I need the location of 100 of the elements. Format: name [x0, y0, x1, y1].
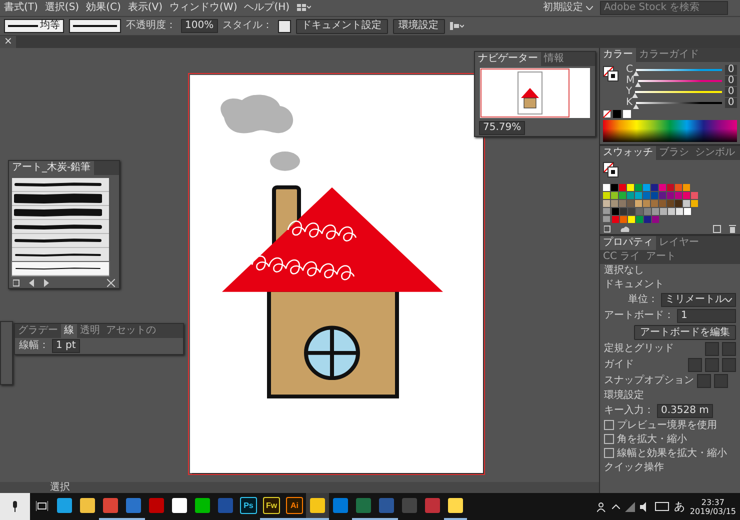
fill-stroke-icon[interactable] [603, 66, 619, 82]
color-swatch[interactable] [659, 184, 666, 191]
color-swatch[interactable] [611, 192, 618, 199]
menu-item[interactable]: ウィンドウ(W) [170, 2, 238, 14]
color-swatch[interactable] [652, 216, 659, 223]
panel-tab[interactable]: アート_木炭-鉛筆 [9, 161, 94, 175]
color-swatch[interactable] [651, 184, 658, 191]
color-swatch[interactable] [619, 192, 626, 199]
network-icon[interactable] [624, 502, 635, 512]
color-swatch[interactable] [667, 200, 674, 207]
trash-icon[interactable] [729, 225, 736, 233]
color-swatch[interactable] [612, 216, 619, 223]
color-swatch[interactable] [603, 200, 610, 207]
color-swatch[interactable] [620, 208, 627, 215]
color-swatch[interactable] [643, 200, 650, 207]
color-swatch[interactable] [644, 208, 651, 215]
brush-row[interactable] [12, 262, 109, 276]
grid-icon[interactable] [722, 342, 736, 356]
color-swatch[interactable] [667, 192, 674, 199]
layout-icon[interactable] [296, 4, 311, 12]
keyboard-icon[interactable] [654, 502, 669, 511]
color-swatch[interactable] [659, 192, 666, 199]
checkbox[interactable] [604, 448, 614, 458]
channel-value[interactable]: 0 [725, 86, 737, 96]
guide-icon[interactable] [705, 358, 719, 372]
quick-swatches-icon[interactable] [603, 110, 633, 118]
menu-item[interactable]: ヘルプ(H) [244, 2, 290, 14]
color-spectrum[interactable] [603, 120, 737, 142]
color-swatch[interactable] [611, 184, 618, 191]
color-swatch[interactable] [691, 200, 698, 207]
edit-artboard-button[interactable]: アートボードを編集 [634, 325, 736, 340]
color-swatch[interactable] [635, 184, 642, 191]
next-icon[interactable] [43, 279, 49, 287]
fill-stroke-icon[interactable] [603, 162, 619, 178]
panel-tab[interactable]: スウォッチ [600, 146, 656, 160]
clock[interactable]: 23:37 2019/03/15 [690, 498, 736, 516]
ime-indicator[interactable]: あ [674, 500, 685, 512]
color-swatch[interactable] [644, 216, 651, 223]
color-swatch[interactable] [675, 200, 682, 207]
color-swatch[interactable] [651, 200, 658, 207]
checkbox[interactable] [604, 420, 614, 430]
panel-tab[interactable]: プロパティ [600, 236, 656, 250]
close-tab-button[interactable]: × [0, 36, 16, 48]
color-swatch[interactable] [660, 208, 667, 215]
color-swatch[interactable] [683, 200, 690, 207]
brush-row[interactable] [12, 192, 109, 206]
taskbar-button[interactable] [306, 493, 329, 520]
panel-tab[interactable]: カラー [600, 48, 636, 62]
library-icon[interactable] [13, 279, 21, 287]
guide-icon[interactable] [688, 358, 702, 372]
color-swatch[interactable] [619, 184, 626, 191]
zoom-field[interactable]: 75.79% [479, 121, 526, 135]
brush-row[interactable] [12, 206, 109, 220]
color-swatch[interactable] [636, 216, 643, 223]
color-swatch[interactable] [651, 192, 658, 199]
panel-tab[interactable]: グラデー [15, 324, 61, 338]
channel-value[interactable]: 0 [725, 64, 737, 74]
brush-options-icon[interactable] [107, 279, 115, 287]
taskbar-button[interactable]: Ps [237, 493, 260, 520]
key-increment-field[interactable]: 0.3528 m [657, 404, 713, 418]
toolbar-button[interactable]: 環境設定 [392, 18, 445, 34]
artboard-dropdown[interactable]: 1 [677, 309, 736, 323]
color-swatch[interactable] [627, 200, 634, 207]
color-swatch[interactable] [684, 208, 691, 215]
panel-tab[interactable]: 情報 [541, 52, 567, 66]
color-swatch[interactable] [603, 184, 610, 191]
style-swatch[interactable] [278, 20, 291, 32]
color-swatch[interactable] [611, 200, 618, 207]
color-swatch[interactable] [683, 192, 690, 199]
channel-value[interactable]: 0 [725, 76, 737, 86]
workspace-switcher[interactable]: 初期設定 [542, 2, 593, 14]
panel-tab[interactable]: ナビゲーター [475, 52, 541, 66]
panel-tab[interactable]: 線 [61, 324, 77, 338]
color-swatch[interactable] [635, 200, 642, 207]
snap-icon[interactable] [697, 374, 711, 388]
snap-icon[interactable] [714, 374, 728, 388]
color-swatch[interactable] [691, 192, 698, 199]
unit-dropdown[interactable]: ミリメートル [661, 293, 736, 307]
panel-tab[interactable]: 透明 [77, 324, 103, 338]
color-swatch[interactable] [675, 184, 682, 191]
panel-tab[interactable]: レイヤー [656, 236, 702, 250]
previous-icon[interactable] [29, 279, 35, 287]
panel-tab[interactable]: シンボル [692, 146, 738, 160]
color-swatch[interactable] [619, 200, 626, 207]
ruler-icon[interactable] [705, 342, 719, 356]
channel-value[interactable]: 0 [725, 98, 737, 108]
color-swatch[interactable] [612, 208, 619, 215]
color-swatch[interactable] [683, 184, 690, 191]
color-swatch[interactable] [628, 208, 635, 215]
library-icon[interactable] [604, 225, 612, 233]
cloud-icon[interactable] [620, 226, 630, 232]
panel-tab[interactable]: CC ライ [600, 250, 644, 264]
menu-item[interactable]: 表示(V) [128, 2, 163, 14]
color-swatch[interactable] [627, 184, 634, 191]
color-swatch[interactable] [636, 208, 643, 215]
menu-item[interactable]: 書式(T) [4, 2, 38, 14]
color-swatch[interactable] [627, 192, 634, 199]
color-swatch[interactable] [668, 208, 675, 215]
people-icon[interactable] [596, 502, 607, 512]
opacity-field[interactable]: 100% [181, 19, 218, 33]
